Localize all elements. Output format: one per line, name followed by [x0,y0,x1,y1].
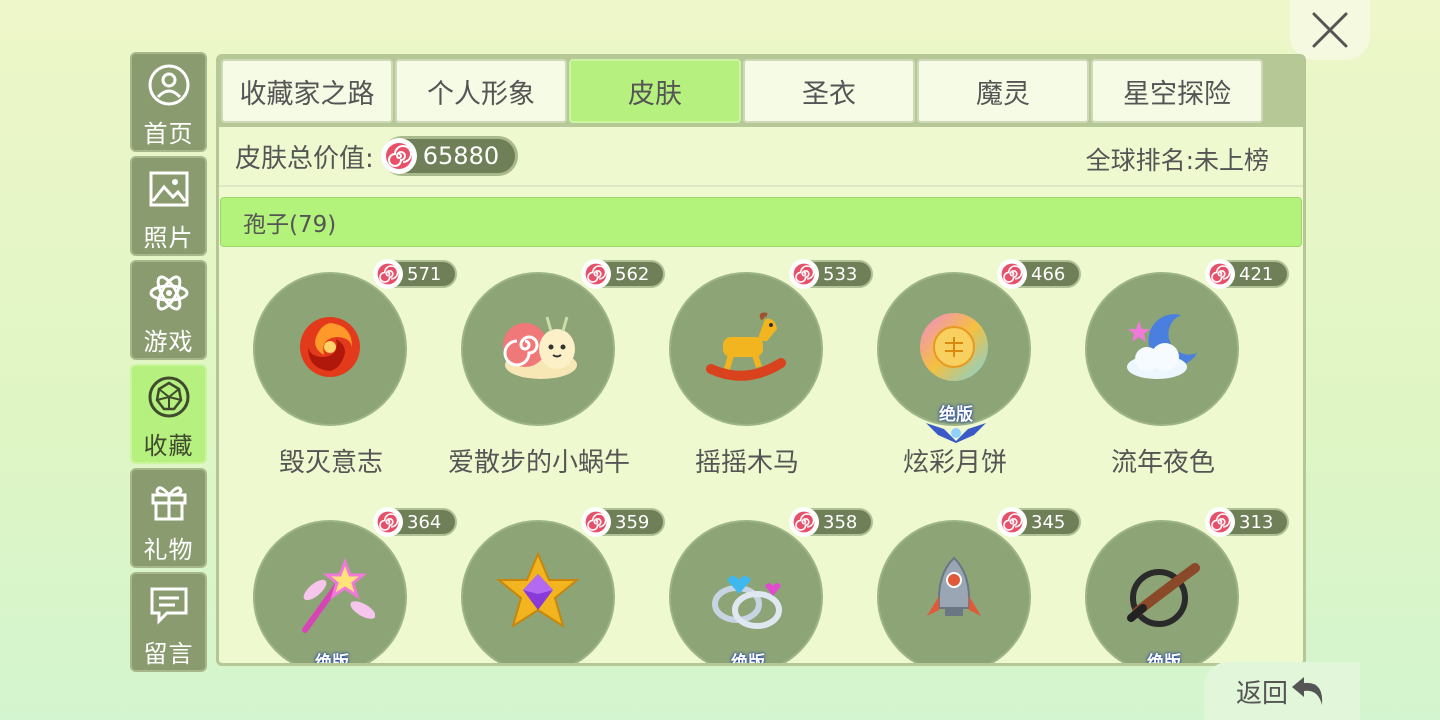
item-icon-circle[interactable] [461,520,615,663]
limited-badge: 绝版 [297,648,367,666]
limited-badge-text: 绝版 [315,653,349,666]
rocking-horse-icon [701,307,791,391]
item-icon-circle[interactable] [253,520,407,663]
collection-item[interactable]: 533 摇摇木马 [635,259,873,502]
candy-coin-icon [1205,507,1235,537]
collection-item[interactable]: 562 爱散步的小蜗牛 [427,259,665,502]
sidebar-item-message[interactable]: 留言 [130,572,207,672]
close-button[interactable] [1290,0,1370,60]
photo-icon [146,166,192,212]
tab-collector-road[interactable]: 收藏家之路 [221,59,393,123]
item-name: 炫彩月饼 [902,448,1007,478]
candy-coin-icon [997,507,1027,537]
back-button[interactable]: 返回 [1204,662,1360,720]
item-price: 421 [1239,263,1274,285]
sidebar-item-label: 游戏 [143,328,194,356]
collection-item[interactable]: 345 [843,507,1081,663]
sidebar-item-label: 礼物 [143,536,194,564]
sidebar-item-collection[interactable]: 收藏 [130,364,207,464]
tab-demon-spirit[interactable]: 魔灵 [917,59,1089,123]
candy-coin-icon [373,507,403,537]
item-name: 摇摇木马 [694,448,799,478]
divider [219,185,1303,187]
collection-item[interactable]: 359 [427,507,665,663]
limited-badge: 绝版 [1129,648,1199,666]
collection-item[interactable]: 466 绝版 炫彩月饼 [843,259,1081,502]
item-icon-circle[interactable] [669,272,823,426]
item-icon-circle[interactable] [1085,272,1239,426]
sidebar-item-home[interactable]: 首页 [130,52,207,152]
star-gem-icon [493,550,583,644]
brush-icon [1117,550,1207,644]
total-value-pill: 65880 [380,136,519,176]
summary-bar: 皮肤总价值: 65880 全球排名:未上榜 [219,127,1303,185]
candy-coin-icon [581,259,611,289]
item-icon-circle[interactable] [877,520,1031,663]
sidebar-item-label: 照片 [143,224,194,252]
collection-item[interactable]: 571 毁灭意志 [219,259,457,502]
message-icon [146,582,192,628]
sidebar-item-gift[interactable]: 礼物 [130,468,207,568]
snail-icon [493,307,583,391]
limited-badge-text: 绝版 [731,653,765,666]
back-label: 返回 [1236,678,1289,709]
tab-personal-image[interactable]: 个人形象 [395,59,567,123]
item-icon-circle[interactable] [253,272,407,426]
back-arrow-icon [1292,677,1323,705]
sidebar-item-game[interactable]: 游戏 [130,260,207,360]
collection-item[interactable]: 358 绝版 [635,507,873,666]
limited-badge: 绝版 [921,400,991,443]
item-icon-circle[interactable] [1085,520,1239,663]
candy-coin-icon [581,507,611,537]
item-name: 流年夜色 [1110,448,1215,478]
item-icon-circle[interactable] [669,520,823,663]
category-header[interactable]: 孢子(79) [220,197,1302,247]
sidebar: 首页 照片 游戏 收藏 礼物 留言 [130,52,208,676]
collection-item[interactable]: 313 绝版 [1051,507,1289,666]
collection-item[interactable]: 364 绝版 [219,507,457,666]
limited-badge-text: 绝版 [1147,653,1181,666]
collection-item[interactable]: 421 流年夜色 [1051,259,1289,502]
candy-coin-icon [1205,259,1235,289]
main-panel: 收藏家之路 个人形象 皮肤 圣衣 魔灵 星空探险 皮肤总价值: 65880 全球… [216,54,1306,666]
game-icon [146,270,192,316]
total-value: 65880 [422,142,500,170]
rings-icon [701,550,791,644]
candy-coin-icon [997,259,1027,289]
item-name: 爱散步的小蜗牛 [447,448,630,478]
sidebar-item-label: 留言 [143,640,194,668]
mooncake-icon [909,307,999,391]
item-price-tag: 313 [1205,507,1289,537]
item-price: 313 [1239,511,1274,533]
gift-icon [146,478,192,524]
item-price-tag: 421 [1205,259,1289,289]
collection-icon [146,374,192,420]
total-value-label: 皮肤总价值: [235,143,374,174]
tab-holy-armor[interactable]: 圣衣 [743,59,915,123]
sidebar-item-photo[interactable]: 照片 [130,156,207,256]
tab-star-exploration[interactable]: 星空探险 [1091,59,1263,123]
close-icon [1312,12,1348,48]
item-name: 毁灭意志 [278,448,383,478]
candy-coin-icon [789,507,819,537]
candy-coin-icon [380,138,417,174]
tab-skin[interactable]: 皮肤 [569,59,741,123]
limited-badge: 绝版 [713,648,783,666]
tab-bar: 收藏家之路 个人形象 皮肤 圣衣 魔灵 星空探险 [219,57,1303,127]
candy-coin-icon [789,259,819,289]
vortex-icon [290,307,370,391]
sidebar-item-label: 首页 [143,120,194,148]
global-rank: 全球排名:未上榜 [1085,146,1269,175]
home-icon [146,62,192,108]
item-icon-circle[interactable] [461,272,615,426]
sidebar-item-label: 收藏 [143,432,194,460]
rocket-icon [909,550,999,644]
moon-cloud-icon [1117,307,1207,391]
magic-wand-icon [285,550,376,644]
candy-coin-icon [373,259,403,289]
